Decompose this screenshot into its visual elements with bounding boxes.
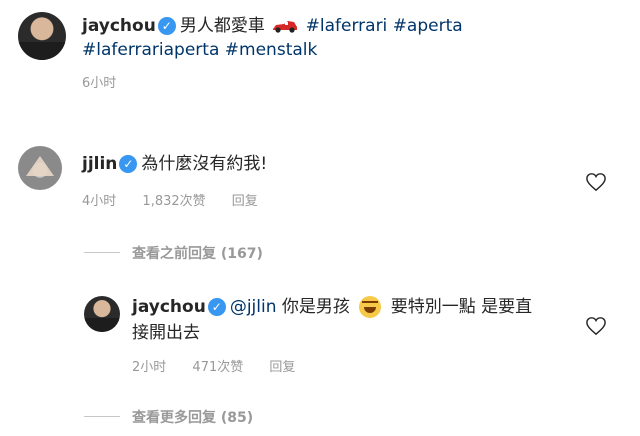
tears-of-joy-icon: [359, 296, 382, 318]
reply-author-username[interactable]: jaychou: [132, 297, 206, 317]
view-previous-replies[interactable]: 查看之前回复 (167): [132, 243, 263, 263]
reply-text-b: 要特別一點 是要直: [390, 297, 533, 317]
reply-text-c: 接開出去: [132, 323, 200, 343]
comment-meta: 4小时 1,832次赞 回复: [82, 190, 280, 209]
comment-time: 4小时: [82, 194, 117, 209]
post-time: 6小时: [82, 76, 117, 91]
reply-reply-button[interactable]: 回复: [269, 360, 295, 375]
hands-triangle: [26, 156, 54, 176]
comment-body: jjlin ✓ 為什麼沒有約我!: [82, 152, 267, 176]
hashtag-aperta[interactable]: #aperta: [393, 16, 463, 36]
view-more-replies[interactable]: 查看更多回复 (85): [132, 407, 253, 427]
race-car-icon: [273, 21, 298, 33]
reply-meta: 2小时 471次赞 回复: [132, 356, 317, 375]
reply-body: jaychou ✓ @jjlin 你是男孩 要特別一點 是要直 接開出去: [132, 294, 572, 346]
avatar-shirt: [18, 41, 66, 60]
post-author-avatar[interactable]: [18, 12, 66, 60]
hashtag-laferrari[interactable]: #laferrari: [306, 16, 388, 36]
like-heart-icon[interactable]: [585, 172, 607, 192]
replies-divider: [84, 416, 120, 417]
reply-like-count[interactable]: 471次赞: [192, 360, 243, 375]
verified-badge-icon: ✓: [157, 17, 176, 35]
post-caption-text: 男人都愛車: [179, 16, 265, 36]
comment-reply-button[interactable]: 回复: [232, 194, 258, 209]
comment-author-username[interactable]: jjlin: [82, 154, 117, 174]
comment-author-avatar[interactable]: [18, 146, 62, 190]
verified-badge-icon: ✓: [207, 298, 226, 316]
avatar-shirt: [84, 318, 120, 332]
reply-time: 2小时: [132, 360, 167, 375]
reply-text-a: 你是男孩: [281, 297, 350, 317]
comment-text: 為什麼沒有約我!: [141, 154, 268, 174]
reply-author-avatar[interactable]: [84, 296, 120, 332]
replies-divider: [84, 252, 120, 253]
like-heart-icon[interactable]: [585, 316, 607, 336]
hashtag-laferrariaperta[interactable]: #laferrariaperta: [82, 40, 219, 60]
post-caption: jaychou ✓ 男人都愛車 #laferrari #aperta #laferr…: [82, 14, 622, 62]
reply-mention[interactable]: @jjlin: [230, 297, 277, 317]
post-author-username[interactable]: jaychou: [82, 16, 156, 36]
post-timestamp: 6小时: [82, 72, 138, 91]
hashtag-menstalk[interactable]: #menstalk: [225, 40, 318, 60]
comment-like-count[interactable]: 1,832次赞: [142, 194, 205, 209]
verified-badge-icon: ✓: [119, 155, 138, 173]
